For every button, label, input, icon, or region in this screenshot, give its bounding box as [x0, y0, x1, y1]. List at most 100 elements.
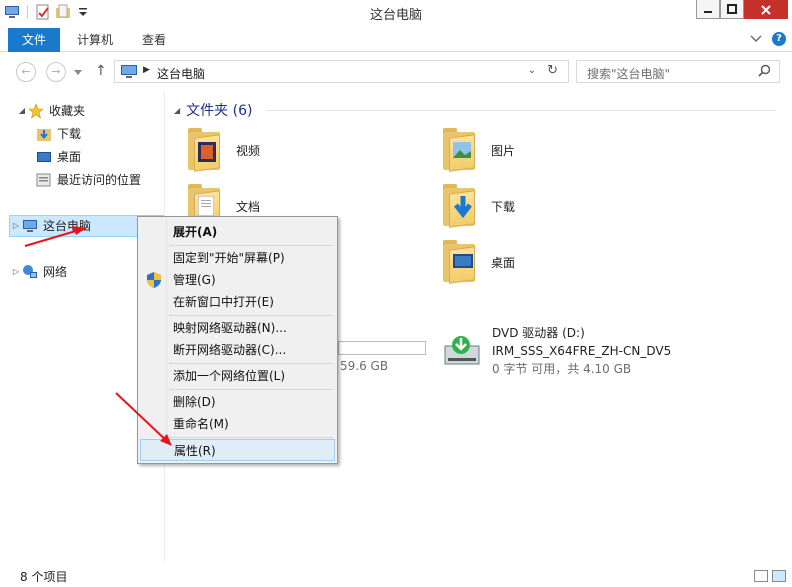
nav-favorites-label: 收藏夹 — [49, 104, 86, 118]
search-input[interactable]: 搜索"这台电脑" — [576, 60, 780, 83]
menu-item-map-network-drive[interactable]: 映射网络驱动器(N)... — [140, 317, 335, 339]
menu-item-add-network-location[interactable]: 添加一个网络位置(L) — [140, 365, 335, 387]
address-bar[interactable]: ▶ 这台电脑 ⌄ ↻ — [114, 60, 569, 83]
menu-separator — [169, 363, 333, 364]
menu-item-rename[interactable]: 重命名(M) — [140, 413, 335, 435]
star-icon — [28, 103, 44, 119]
menu-item-delete[interactable]: 删除(D) — [140, 391, 335, 413]
folder-desktop[interactable]: 桌面 — [441, 240, 515, 284]
item-count: 8 个项目 — [20, 570, 68, 584]
picture-icon — [453, 142, 471, 158]
nav-favorites[interactable]: ◢ 收藏夹 — [16, 100, 85, 122]
menu-separator — [169, 437, 333, 438]
minimize-button[interactable] — [696, 0, 720, 19]
folder-label: 图片 — [491, 143, 516, 158]
film-icon — [198, 142, 216, 162]
folder-downloads[interactable]: 下载 — [441, 184, 515, 228]
back-button[interactable]: ← — [16, 62, 36, 82]
menu-item-label: 管理(G) — [173, 273, 216, 287]
nav-network-label: 网络 — [43, 265, 68, 279]
nav-network[interactable]: ▷ 网络 — [10, 261, 67, 283]
back-arrow-icon: ← — [21, 65, 31, 78]
menu-item-expand[interactable]: 展开(A) — [140, 221, 335, 243]
recent-locations-icon[interactable] — [74, 70, 82, 76]
refresh-icon[interactable]: ↻ — [547, 63, 558, 78]
tab-computer[interactable]: 计算机 — [63, 28, 127, 52]
downloads-folder-icon — [37, 129, 51, 141]
window-title: 这台电脑 — [369, 8, 422, 23]
nav-downloads-label: 下载 — [57, 127, 82, 141]
tab-file[interactable]: 文件 — [8, 28, 61, 52]
drive-c-free-space: 59.6 GB — [340, 359, 389, 373]
menu-item-disconnect-network-drive[interactable]: 断开网络驱动器(C)... — [140, 339, 335, 361]
uac-shield-icon — [147, 272, 161, 288]
drive-c-usage-bar — [338, 341, 426, 355]
help-icon[interactable]: ? — [772, 32, 786, 46]
large-icons-view-icon[interactable] — [772, 570, 786, 582]
up-arrow-icon: ↑ — [95, 63, 107, 79]
folders-group-header[interactable]: ◢ 文件夹 (6) — [174, 100, 252, 120]
download-arrow-icon — [454, 196, 472, 219]
desktop-icon — [37, 152, 51, 162]
group-divider — [266, 110, 776, 111]
search-icon[interactable] — [758, 64, 771, 77]
desktop-icon — [453, 254, 473, 268]
close-button[interactable] — [744, 0, 788, 19]
menu-item-pin-to-start[interactable]: 固定到"开始"屏幕(P) — [140, 247, 335, 269]
pictures-folder-icon — [441, 128, 477, 172]
collapse-icon[interactable]: ◢ — [16, 100, 28, 122]
menu-item-open-new-window[interactable]: 在新窗口中打开(E) — [140, 291, 335, 313]
nav-this-pc-label: 这台电脑 — [43, 219, 92, 233]
folder-videos[interactable]: 视频 — [186, 128, 260, 172]
context-menu: 展开(A) 固定到"开始"屏幕(P) 管理(G) 在新窗口中打开(E) 映射网络… — [137, 216, 338, 464]
menu-separator — [169, 389, 333, 390]
drive-d[interactable]: DVD 驱动器 (D:) IRM_SSS_X64FRE_ZH-CN_DV5 0 … — [444, 324, 671, 378]
menu-item-properties[interactable]: 属性(R) — [140, 439, 335, 461]
ribbon-controls: ? — [750, 32, 786, 46]
folder-pictures[interactable]: 图片 — [441, 128, 515, 172]
nav-desktop[interactable]: 桌面 — [36, 146, 81, 168]
forward-button[interactable]: → — [46, 62, 66, 82]
computer-icon — [23, 220, 37, 232]
close-icon — [761, 4, 771, 15]
details-view-icon[interactable] — [754, 570, 768, 582]
maximize-icon — [727, 4, 737, 14]
navigation-bar: ← → ↑ ▶ 这台电脑 ⌄ ↻ 搜索"这台电脑" — [0, 52, 792, 92]
folder-label: 桌面 — [491, 255, 516, 270]
search-placeholder: 搜索"这台电脑" — [587, 67, 671, 81]
breadcrumb[interactable]: 这台电脑 — [157, 65, 205, 82]
document-icon — [198, 196, 214, 216]
up-button[interactable]: ↑ — [95, 63, 107, 79]
breadcrumb-separator-icon[interactable]: ▶ — [143, 65, 150, 75]
expand-ribbon-icon[interactable] — [750, 35, 762, 43]
videos-folder-icon — [186, 128, 222, 172]
desktop-folder-icon — [441, 240, 477, 284]
drive-d-space: 0 字节 可用，共 4.10 GB — [492, 362, 632, 376]
maximize-button[interactable] — [720, 0, 744, 19]
drive-d-name: DVD 驱动器 (D:) — [492, 326, 585, 340]
group-header-label: 文件夹 (6) — [186, 103, 253, 119]
dvd-drive-icon — [444, 336, 480, 365]
ribbon-tabs: 文件 计算机 查看 ? — [0, 26, 792, 52]
nav-recent-label: 最近访问的位置 — [57, 173, 142, 187]
nav-desktop-label: 桌面 — [57, 150, 82, 164]
menu-item-manage[interactable]: 管理(G) — [140, 269, 335, 291]
tab-view[interactable]: 查看 — [128, 28, 180, 52]
expand-icon[interactable]: ▷ — [10, 261, 22, 283]
menu-separator — [169, 245, 333, 246]
status-bar: 8 个项目 — [0, 565, 792, 587]
folder-label: 视频 — [236, 143, 261, 158]
downloads-folder-icon — [441, 184, 477, 228]
collapse-icon[interactable]: ◢ — [174, 106, 180, 115]
network-icon — [23, 265, 37, 278]
computer-icon — [121, 65, 137, 78]
nav-recent-places[interactable]: 最近访问的位置 — [36, 169, 141, 191]
address-dropdown-icon[interactable]: ⌄ — [528, 65, 536, 76]
folder-label: 文档 — [236, 199, 261, 214]
recent-places-icon — [36, 173, 51, 187]
expand-icon[interactable]: ▷ — [10, 215, 22, 237]
title-bar: 这台电脑 — [0, 0, 792, 26]
forward-arrow-icon: → — [51, 65, 61, 78]
drive-d-label: IRM_SSS_X64FRE_ZH-CN_DV5 — [492, 344, 672, 358]
nav-downloads[interactable]: 下载 — [36, 123, 81, 145]
